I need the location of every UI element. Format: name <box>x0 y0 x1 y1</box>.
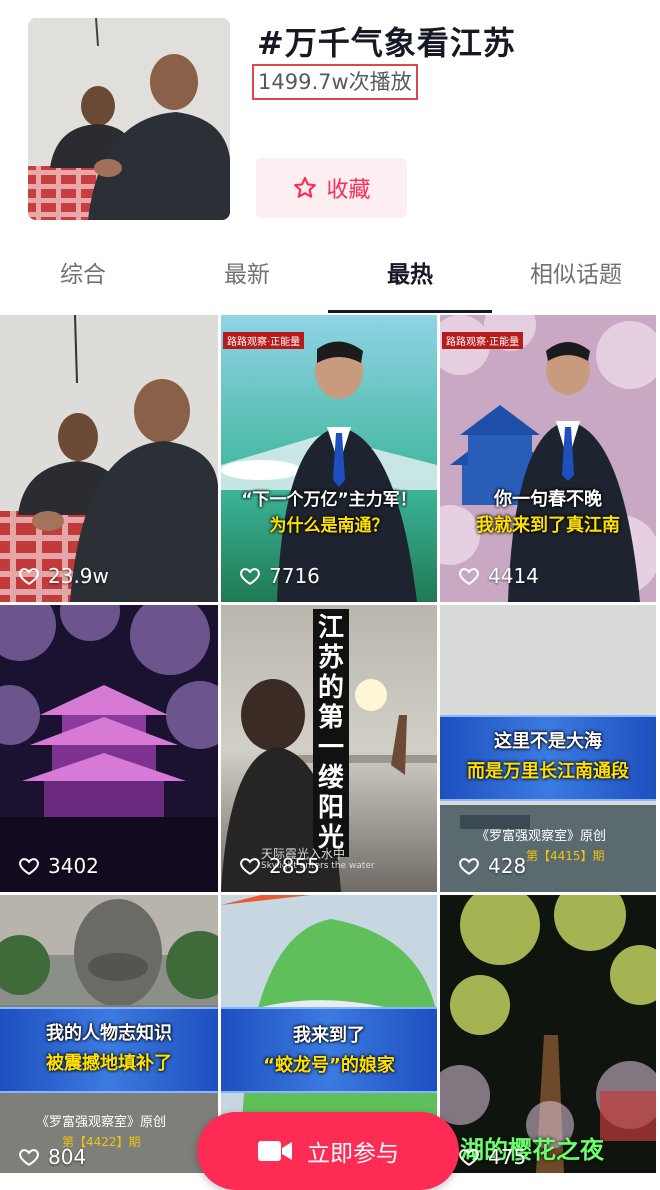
video-card[interactable]: 3402 <box>0 605 218 892</box>
topic-title: #万千气象看江苏 <box>257 24 516 62</box>
like-count-text: 475 <box>488 1145 527 1169</box>
heart-outline-icon <box>240 568 260 585</box>
video-camera-icon <box>258 1141 292 1161</box>
video-caption: “下一个万亿”主力军！ <box>241 490 417 510</box>
video-card[interactable]: 我的人物志知识 被震撼地填补了 《罗富强观察室》原创 第【4422】期 804 <box>0 895 218 1173</box>
video-thumbnail <box>440 315 656 602</box>
video-caption-highlight: 被震撼地填补了 <box>46 1053 172 1074</box>
source-credit: 《罗富强观察室》原创 <box>36 1115 167 1130</box>
play-count: 1499.7w次播放 <box>252 64 418 100</box>
video-thumbnail <box>0 605 218 892</box>
join-topic-button[interactable]: 立即参与 <box>197 1112 459 1190</box>
join-button-label: 立即参与 <box>307 1141 399 1167</box>
channel-badge: 路路观察·正能量 <box>442 332 524 349</box>
heart-outline-icon <box>459 858 479 875</box>
tab-hottest[interactable]: 最热 <box>328 250 492 312</box>
like-count-text: 3402 <box>48 854 99 878</box>
like-count: 475 <box>458 1145 526 1169</box>
video-caption: 这里不是大海 <box>494 731 602 752</box>
vertical-caption: 江苏的第一缕阳光 <box>313 609 349 857</box>
like-count-text: 2855 <box>269 854 320 878</box>
cover-photo-two-men <box>28 18 230 220</box>
like-count: 2855 <box>239 854 320 878</box>
heart-outline-icon <box>19 858 39 875</box>
favorite-button[interactable]: 收藏 <box>256 158 407 218</box>
like-count-text: 428 <box>488 854 527 878</box>
topic-header: #万千气象看江苏 1499.7w次播放 收藏 <box>0 0 660 250</box>
video-caption: 我来到了 <box>293 1025 365 1046</box>
video-card[interactable]: 江苏的第一缕阳光 天际霞光入水中 Skylight enters the wat… <box>221 605 437 892</box>
star-outline-icon <box>294 176 317 198</box>
topic-cover-image <box>28 18 230 220</box>
video-caption: 我的人物志知识 <box>46 1023 172 1044</box>
video-grid: 23.9w 路路观察·正能量 “下一个万亿”主力军！ 为什么是南通？ 7716 <box>0 315 660 1173</box>
video-thumbnail <box>0 315 218 602</box>
channel-badge: 路路观察·正能量 <box>223 332 305 349</box>
heart-outline-icon <box>240 858 260 875</box>
heart-outline-icon <box>19 568 39 585</box>
like-count: 3402 <box>18 854 99 878</box>
caption-band <box>221 1007 437 1093</box>
video-caption-highlight: 为什么是南通？ <box>269 516 389 536</box>
like-count-text: 4414 <box>488 564 539 588</box>
video-caption-highlight: 我就来到了真江南 <box>476 515 620 536</box>
heart-outline-icon <box>459 1149 479 1166</box>
video-card[interactable]: 湖的樱花之夜 475 <box>440 895 656 1173</box>
source-credit: 《罗富强观察室》原创 <box>476 829 607 844</box>
favorite-label: 收藏 <box>326 178 371 203</box>
video-caption-highlight: “蛟龙号”的娘家 <box>263 1055 395 1076</box>
video-card[interactable]: 这里不是大海 而是万里长江南通段 《罗富强观察室》原创 第【4415】期 428 <box>440 605 656 892</box>
like-count: 804 <box>18 1145 86 1169</box>
video-card[interactable]: 路路观察·正能量 你一句春不晚 我就来到了真江南 4414 <box>440 315 656 602</box>
like-count-text: 23.9w <box>48 564 109 588</box>
like-count: 23.9w <box>18 564 109 588</box>
episode-label: 第【4415】期 <box>526 849 605 863</box>
like-count: 4414 <box>458 564 539 588</box>
like-count: 428 <box>458 854 526 878</box>
like-count-text: 7716 <box>269 564 320 588</box>
video-caption-highlight: 而是万里长江南通段 <box>467 761 629 782</box>
video-card[interactable]: 23.9w <box>0 315 218 602</box>
tab-similar-topics[interactable]: 相似话题 <box>492 250 660 312</box>
tab-comprehensive[interactable]: 综合 <box>0 250 166 312</box>
video-thumbnail <box>221 315 437 602</box>
tab-bar: 综合 最新 最热 相似话题 <box>0 250 660 312</box>
heart-outline-icon <box>19 1149 39 1166</box>
active-tab-indicator <box>328 310 492 313</box>
heart-outline-icon <box>459 568 479 585</box>
video-card[interactable]: 路路观察·正能量 “下一个万亿”主力军！ 为什么是南通？ 7716 <box>221 315 437 602</box>
tab-latest[interactable]: 最新 <box>166 250 328 312</box>
like-count: 7716 <box>239 564 320 588</box>
video-caption: 你一句春不晚 <box>494 489 602 510</box>
like-count-text: 804 <box>48 1145 87 1169</box>
